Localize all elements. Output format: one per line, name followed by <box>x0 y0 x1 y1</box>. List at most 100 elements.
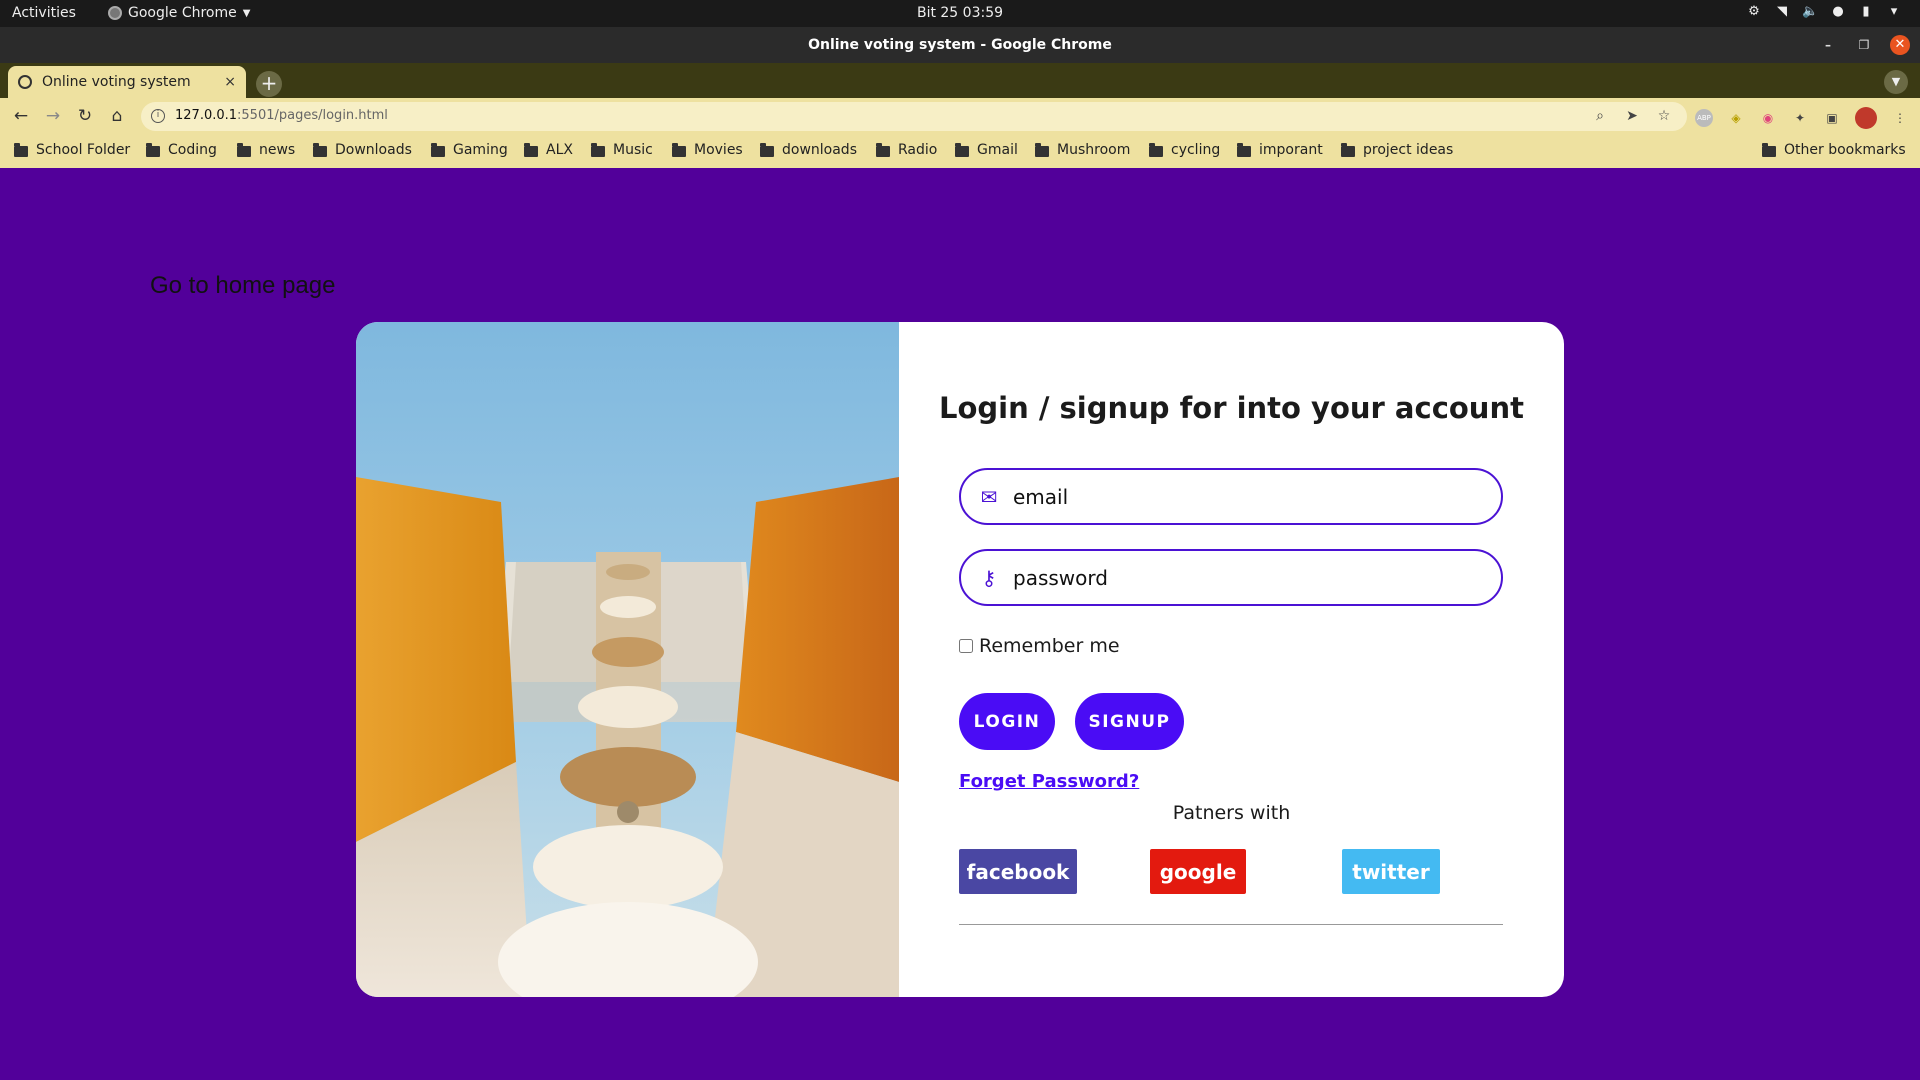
site-info-icon[interactable]: i <box>151 109 165 123</box>
form-heading: Login / signup for into your account <box>939 391 1524 425</box>
url-text[interactable]: 127.0.0.1:5501/pages/login.html <box>175 108 388 123</box>
bookmark-folder[interactable]: Gmail <box>955 142 1018 158</box>
activities-button[interactable]: Activities <box>12 5 76 21</box>
reload-icon[interactable]: ↻ <box>75 106 95 126</box>
signup-button[interactable]: SIGNUP <box>1075 693 1184 750</box>
bookmark-label: Mushroom <box>1057 142 1131 158</box>
folder-icon <box>14 142 28 157</box>
network-activity-icon: ⚙ <box>1748 4 1760 19</box>
tab-search-button[interactable]: ▼ <box>1884 70 1908 94</box>
email-field[interactable]: ✉ <box>959 468 1503 525</box>
bookmark-folder[interactable]: cycling <box>1149 142 1220 158</box>
home-icon[interactable]: ⌂ <box>107 106 127 126</box>
folder-icon <box>146 142 160 157</box>
folder-icon <box>431 142 445 157</box>
bookmark-folder[interactable]: Movies <box>672 142 743 158</box>
chrome-icon <box>108 6 122 20</box>
remember-checkbox[interactable] <box>959 639 973 653</box>
volume-icon: 🔈 <box>1802 4 1819 19</box>
bookmark-label: downloads <box>782 142 857 158</box>
window-title: Online voting system - Google Chrome <box>808 37 1112 53</box>
profile-avatar[interactable] <box>1855 107 1877 129</box>
back-icon[interactable]: ← <box>11 106 31 126</box>
bookmark-folder[interactable]: Downloads <box>313 142 412 158</box>
tab-title: Online voting system <box>42 74 191 90</box>
folder-icon <box>591 142 605 157</box>
microphone-icon: ● <box>1832 4 1844 19</box>
power-menu-icon: ▾ <box>1890 4 1898 19</box>
bookmark-folder[interactable]: School Folder <box>14 142 130 158</box>
divider <box>959 924 1503 925</box>
bookmark-folder[interactable]: Radio <box>876 142 937 158</box>
tab-online-voting[interactable]: Online voting system × <box>8 66 246 98</box>
folder-icon <box>313 142 327 157</box>
address-bar[interactable]: i 127.0.0.1:5501/pages/login.html ⌕ ➤ ☆ <box>141 102 1687 131</box>
extension-diamond-icon[interactable]: ◈ <box>1727 109 1745 127</box>
folder-icon <box>1341 142 1355 157</box>
bookmark-label: cycling <box>1171 142 1221 158</box>
password-input[interactable] <box>1013 565 1473 590</box>
twitter-button[interactable]: twitter <box>1342 849 1440 894</box>
google-button[interactable]: google <box>1150 849 1246 894</box>
other-bookmarks[interactable]: Other bookmarks <box>1762 142 1906 158</box>
close-window-button[interactable]: ✕ <box>1890 35 1910 55</box>
bookmark-label: Gmail <box>977 142 1018 158</box>
folder-icon <box>1237 142 1251 157</box>
folder-icon <box>1149 142 1163 157</box>
facebook-button[interactable]: facebook <box>959 849 1077 894</box>
bookmark-label: Gaming <box>453 142 508 158</box>
favicon-icon <box>18 75 32 89</box>
tab-close-icon[interactable]: × <box>224 74 236 90</box>
window-title-bar: Online voting system - Google Chrome – ❐… <box>0 27 1920 63</box>
send-icon[interactable]: ➤ <box>1623 107 1641 125</box>
password-field[interactable]: ⚷ <box>959 549 1503 606</box>
bookmark-folder[interactable]: imporant <box>1237 142 1323 158</box>
folder-icon <box>1035 142 1049 157</box>
folder-icon <box>760 142 774 157</box>
bookmark-label: imporant <box>1259 142 1323 158</box>
bookmark-folder[interactable]: project ideas <box>1341 142 1453 158</box>
new-tab-button[interactable]: + <box>256 71 282 97</box>
bookmark-folder[interactable]: ALX <box>524 142 573 158</box>
maximize-button[interactable]: ❐ <box>1854 35 1874 55</box>
partners-label: Patners with <box>1172 802 1291 824</box>
bookmark-folder[interactable]: Coding <box>146 142 217 158</box>
chrome-menu-icon[interactable]: ⋮ <box>1891 109 1909 127</box>
clock[interactable]: Bit 25 03:59 <box>917 5 1003 21</box>
bookmark-folder[interactable]: Music <box>591 142 653 158</box>
bookmark-label: Coding <box>168 142 217 158</box>
zoom-icon[interactable]: ⌕ <box>1591 107 1609 125</box>
bookmark-star-icon[interactable]: ☆ <box>1655 107 1673 125</box>
bookmark-folder[interactable]: Mushroom <box>1035 142 1130 158</box>
login-card: Login / signup for into your account ✉ ⚷… <box>356 322 1564 997</box>
forward-icon[interactable]: → <box>43 106 63 126</box>
system-top-bar: Activities Google Chrome ▼ Bit 25 03:59 … <box>0 0 1920 27</box>
forget-password-link[interactable]: Forget Password? <box>959 771 1139 792</box>
folder-icon <box>876 142 890 157</box>
extensions-puzzle-icon[interactable]: ✦ <box>1791 109 1809 127</box>
home-page-link[interactable]: Go to home page <box>150 272 335 300</box>
system-tray[interactable]: ⚙ ◥ 🔈 ● ▮ ▾ <box>1746 4 1902 20</box>
bookmark-label: project ideas <box>1363 142 1454 158</box>
bookmark-label: School Folder <box>36 142 131 158</box>
email-input[interactable] <box>1013 484 1473 509</box>
battery-icon: ▮ <box>1862 4 1870 19</box>
extension-record-icon[interactable]: ◉ <box>1759 109 1777 127</box>
login-button[interactable]: LOGIN <box>959 693 1055 750</box>
tab-strip: Online voting system × + ▼ <box>0 63 1920 98</box>
minimize-button[interactable]: – <box>1818 35 1838 55</box>
adblock-extension-icon[interactable]: ABP <box>1695 109 1713 127</box>
bookmark-folder[interactable]: downloads <box>760 142 857 158</box>
remember-label: Remember me <box>979 635 1120 657</box>
folder-icon <box>955 142 969 157</box>
bookmark-folder[interactable]: Gaming <box>431 142 508 158</box>
folder-icon <box>1762 142 1776 157</box>
folder-icon <box>237 142 251 157</box>
app-menu[interactable]: Google Chrome ▼ <box>108 5 250 21</box>
side-panel-icon[interactable]: ▣ <box>1823 109 1841 127</box>
key-icon: ⚷ <box>981 565 997 590</box>
bookmark-label: Music <box>613 142 653 158</box>
remember-me[interactable]: Remember me <box>959 635 1120 657</box>
folder-icon <box>672 142 686 157</box>
bookmark-folder[interactable]: news <box>237 142 295 158</box>
